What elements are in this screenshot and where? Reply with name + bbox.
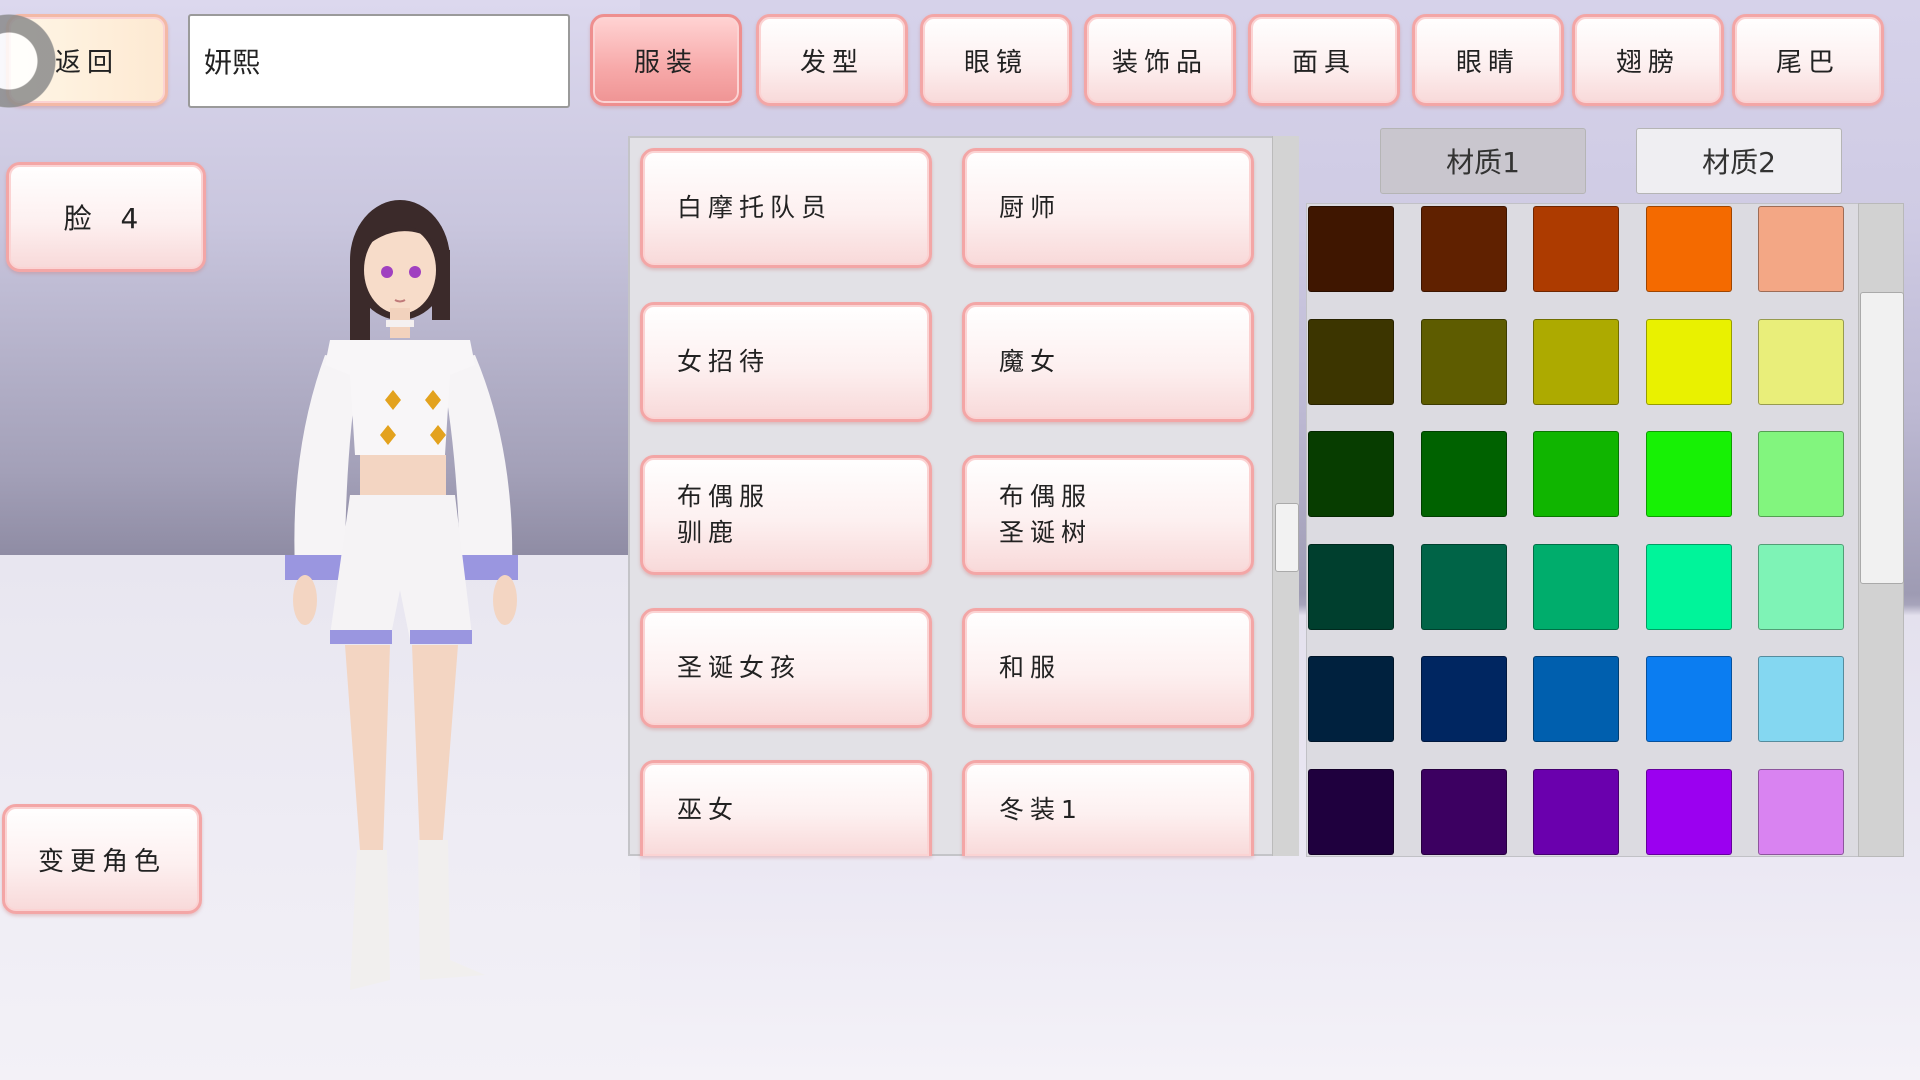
color-swatch[interactable] — [1758, 656, 1844, 742]
outfit-item[interactable]: 布偶服 驯鹿 — [640, 455, 932, 575]
color-swatch[interactable] — [1421, 544, 1507, 630]
back-button-label: 返回 — [54, 47, 119, 78]
outfit-item-line2: 驯鹿 — [677, 518, 740, 547]
color-swatch[interactable] — [1421, 431, 1507, 517]
outfit-list-scroll-thumb[interactable] — [1275, 503, 1299, 572]
outfit-item[interactable]: 女招待 — [640, 302, 932, 422]
outfit-item-line1: 白摩托队员 — [677, 193, 833, 222]
outfit-item[interactable]: 巫女 — [640, 760, 932, 856]
character-model — [285, 200, 518, 990]
character-name-input[interactable]: 妍熙 — [188, 14, 570, 108]
tab-label: 面具 — [1291, 47, 1356, 78]
tab-tail[interactable]: 尾巴 — [1732, 14, 1884, 106]
tab-label: 翅膀 — [1615, 47, 1680, 78]
color-swatch[interactable] — [1308, 431, 1394, 517]
outfit-item-line1: 和服 — [999, 653, 1062, 682]
tab-hairstyle[interactable]: 发型 — [756, 14, 908, 106]
color-swatch[interactable] — [1646, 206, 1732, 292]
color-swatch[interactable] — [1421, 319, 1507, 405]
color-swatch[interactable] — [1308, 769, 1394, 855]
color-swatch[interactable] — [1758, 206, 1844, 292]
outfit-item[interactable]: 魔女 — [962, 302, 1254, 422]
change-character-label: 变更角色 — [37, 846, 166, 877]
color-swatch[interactable] — [1533, 656, 1619, 742]
tab-label: 尾巴 — [1775, 47, 1840, 78]
color-swatch[interactable] — [1646, 769, 1732, 855]
material-tab-label: 材质2 — [1702, 146, 1776, 179]
tab-wings[interactable]: 翅膀 — [1572, 14, 1724, 106]
color-swatch[interactable] — [1646, 544, 1732, 630]
outfit-item[interactable]: 厨师 — [962, 148, 1254, 268]
tab-accessories[interactable]: 装饰品 — [1084, 14, 1236, 106]
outfit-item[interactable]: 冬装1 — [962, 760, 1254, 856]
color-swatch[interactable] — [1421, 769, 1507, 855]
color-swatch[interactable] — [1308, 206, 1394, 292]
color-palette-panel — [1306, 203, 1860, 857]
material-tab-2[interactable]: 材质2 — [1636, 128, 1842, 194]
palette-scroll-thumb[interactable] — [1860, 292, 1904, 584]
color-swatch[interactable] — [1758, 431, 1844, 517]
color-swatch[interactable] — [1646, 656, 1732, 742]
tab-glasses[interactable]: 眼镜 — [920, 14, 1072, 106]
color-swatch[interactable] — [1533, 544, 1619, 630]
material-tab-label: 材质1 — [1446, 146, 1520, 179]
outfit-item[interactable]: 白摩托队员 — [640, 148, 932, 268]
material-tab-1[interactable]: 材质1 — [1380, 128, 1586, 194]
color-swatch[interactable] — [1308, 544, 1394, 630]
color-swatch[interactable] — [1646, 319, 1732, 405]
tab-eyes[interactable]: 眼睛 — [1412, 14, 1564, 106]
color-swatch[interactable] — [1533, 319, 1619, 405]
tab-clothing[interactable]: 服装 — [590, 14, 742, 106]
color-swatch[interactable] — [1533, 431, 1619, 517]
face-selector-button[interactable]: 脸 4 — [6, 162, 206, 272]
outfit-item-line1: 布偶服 — [999, 482, 1093, 511]
outfit-item-line1: 圣诞女孩 — [677, 653, 802, 682]
outfit-item[interactable]: 和服 — [962, 608, 1254, 728]
color-swatch[interactable] — [1308, 319, 1394, 405]
color-swatch[interactable] — [1758, 769, 1844, 855]
face-label: 脸 4 — [63, 202, 149, 235]
color-swatch[interactable] — [1421, 206, 1507, 292]
outfit-item-line2: 圣诞树 — [999, 518, 1093, 547]
change-character-button[interactable]: 变更角色 — [2, 804, 202, 914]
outfit-item[interactable]: 圣诞女孩 — [640, 608, 932, 728]
outfit-list-scrollbar[interactable] — [1272, 136, 1299, 856]
tab-label: 眼睛 — [1455, 47, 1520, 78]
outfit-item[interactable]: 布偶服 圣诞树 — [962, 455, 1254, 575]
color-swatch[interactable] — [1308, 656, 1394, 742]
color-swatch[interactable] — [1646, 431, 1732, 517]
tab-label: 服装 — [633, 47, 698, 78]
outfit-item-line1: 魔女 — [999, 347, 1062, 376]
outfit-item-line1: 厨师 — [999, 193, 1062, 222]
character-name-value: 妍熙 — [204, 46, 261, 79]
tab-label: 眼镜 — [963, 47, 1028, 78]
outfit-item-line1: 冬装1 — [999, 794, 1083, 824]
outfit-item-line1: 巫女 — [677, 794, 740, 824]
color-swatch[interactable] — [1758, 544, 1844, 630]
color-swatch[interactable] — [1533, 206, 1619, 292]
tab-label: 发型 — [799, 47, 864, 78]
color-swatch[interactable] — [1421, 656, 1507, 742]
tab-label: 装饰品 — [1111, 47, 1208, 78]
outfit-item-line1: 女招待 — [677, 347, 771, 376]
tab-mask[interactable]: 面具 — [1248, 14, 1400, 106]
color-swatch[interactable] — [1533, 769, 1619, 855]
color-swatch[interactable] — [1758, 319, 1844, 405]
outfit-item-line1: 布偶服 — [677, 482, 771, 511]
